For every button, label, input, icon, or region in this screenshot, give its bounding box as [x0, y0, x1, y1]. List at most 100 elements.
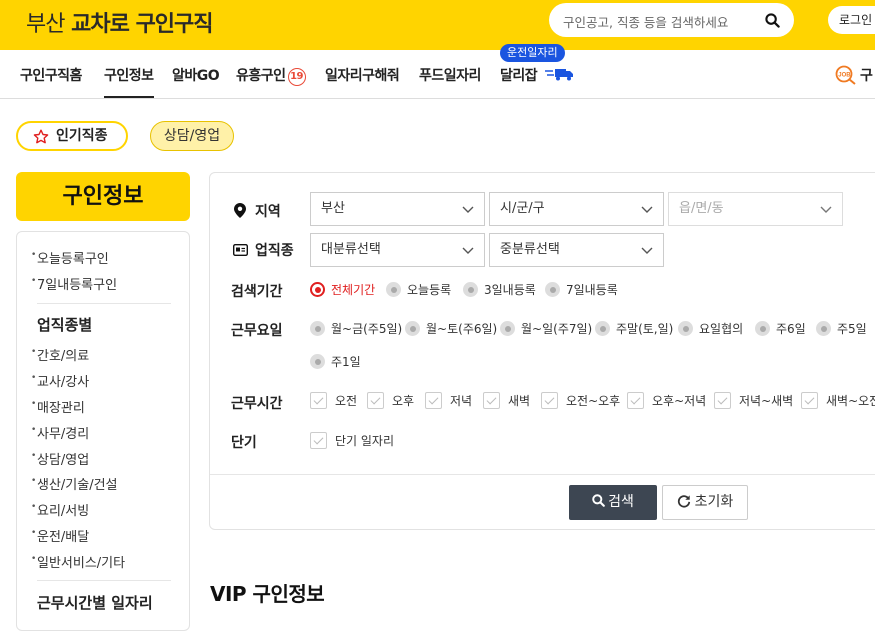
worktime-check-evening-dawn[interactable]: 저녁~새벽 — [714, 392, 793, 409]
workdays-radio-1day[interactable]: 주1일 — [310, 353, 361, 370]
search-input[interactable]: 구인공고, 직종 등을 검색하세요 — [563, 12, 728, 31]
sidebar-item-store[interactable]: 매장관리 — [31, 397, 85, 416]
worktime-check-evening[interactable]: 저녁 — [425, 392, 472, 409]
radio-label: 요일협의 — [699, 322, 744, 336]
radio-icon — [463, 282, 478, 297]
sidebar-item-driving[interactable]: 운전/배달 — [31, 526, 89, 545]
district-select[interactable]: 시/군/구 — [489, 192, 664, 226]
workdays-radio-mon-fri[interactable]: 월~금(주5일) — [310, 320, 402, 337]
checkbox-icon — [714, 392, 731, 409]
chevron-down-icon — [641, 247, 653, 254]
period-radio-today[interactable]: 오늘등록 — [386, 281, 451, 298]
checkbox-label: 오후~저녁 — [652, 394, 707, 408]
checkbox-label: 오후 — [392, 394, 415, 408]
workdays-radio-6days[interactable]: 주6일 — [755, 320, 806, 337]
dong-select[interactable]: 읍/면/동 — [668, 192, 843, 226]
nav-item-job-info[interactable]: 구인정보 — [104, 65, 154, 98]
workdays-radio-mon-sun[interactable]: 월~일(주7일) — [500, 320, 592, 337]
radio-icon — [310, 321, 325, 336]
checkbox-label: 단기 일자리 — [335, 434, 395, 448]
selected-category-chip[interactable]: 상담/영업 — [150, 121, 234, 151]
worktime-check-morning-afternoon[interactable]: 오전~오후 — [541, 392, 620, 409]
nav-item-home[interactable]: 구인구직홈 — [20, 65, 82, 85]
panel-divider — [210, 474, 875, 475]
sidebar-divider — [37, 303, 171, 304]
radio-label: 전체기간 — [331, 283, 376, 297]
nav-item-label: 달리잡 — [500, 68, 538, 84]
nav-item-dalijob[interactable]: 달리잡 — [500, 65, 575, 85]
sidebar-item-cooking[interactable]: 요리/서빙 — [31, 500, 89, 519]
nav-item-food-jobs[interactable]: 푸드일자리 — [419, 65, 481, 85]
search-icon — [592, 494, 605, 507]
city-select[interactable]: 부산 — [310, 192, 485, 226]
sidebar-item-production[interactable]: 생산/기술/건설 — [31, 474, 117, 493]
worktime-label: 근무시간 — [231, 396, 283, 412]
search-button[interactable]: 검색 — [569, 485, 657, 520]
nav-item-find-job[interactable]: 일자리구해줘 — [325, 65, 400, 85]
nav-item-alba-go[interactable]: 알바GO — [172, 65, 220, 85]
workdays-radio-5days[interactable]: 주5일 — [816, 320, 867, 337]
reset-button[interactable]: 초기화 — [662, 485, 748, 520]
sidebar-item-office[interactable]: 사무/경리 — [31, 423, 89, 442]
search-icon[interactable] — [765, 13, 780, 28]
checkbox-icon — [310, 432, 327, 449]
search-button-label: 검색 — [608, 494, 634, 510]
worktime-check-afternoon[interactable]: 오후 — [367, 392, 414, 409]
workdays-radio-weekend[interactable]: 주말(토,일) — [595, 320, 673, 337]
sidebar-item-7days[interactable]: 7일내등록구인 — [31, 274, 117, 293]
search-box[interactable]: 구인공고, 직종 등을 검색하세요 — [549, 3, 794, 37]
workdays-radio-mon-sat[interactable]: 월~토(주6일) — [405, 320, 497, 337]
industry-minor-select[interactable]: 중분류선택 — [489, 233, 664, 267]
worktime-check-dawn[interactable]: 새벽 — [483, 392, 530, 409]
site-logo[interactable]: 부산 교차로 구인구직 — [26, 6, 214, 38]
period-radio-3days[interactable]: 3일내등록 — [463, 281, 536, 298]
checkbox-label: 저녁~새벽 — [739, 394, 794, 408]
radio-icon — [310, 354, 325, 369]
region-label: 지역 — [255, 204, 281, 220]
popular-jobs-chip[interactable]: 인기직종 — [16, 121, 128, 151]
logo-brand: 교차로 — [71, 12, 130, 37]
city-select-value: 부산 — [321, 201, 345, 216]
industry-major-select[interactable]: 대분류선택 — [310, 233, 485, 267]
chevron-down-icon — [820, 206, 832, 213]
shortterm-label: 단기 — [231, 435, 257, 451]
sidebar-item-teacher[interactable]: 교사/강사 — [31, 371, 89, 390]
checkbox-label: 오전 — [335, 394, 358, 408]
sidebar-item-today[interactable]: 오늘등록구인 — [31, 248, 109, 267]
nav-item-label: 유흥구인 — [236, 68, 286, 84]
worktime-check-afternoon-evening[interactable]: 오후~저녁 — [627, 392, 706, 409]
nav-item-entertainment[interactable]: 유흥구인 19 — [236, 65, 306, 86]
shortterm-check[interactable]: 단기 일자리 — [310, 432, 394, 449]
radio-icon — [816, 321, 831, 336]
period-radio-7days[interactable]: 7일내등록 — [545, 281, 618, 298]
chip-label: 인기직종 — [56, 128, 108, 144]
sidebar-item-service[interactable]: 일반서비스/기타 — [31, 552, 125, 571]
worktime-check-morning[interactable]: 오전 — [310, 392, 357, 409]
chevron-down-icon — [641, 206, 653, 213]
job-search-icon[interactable]: JOB — [835, 65, 857, 85]
svg-text:JOB: JOB — [838, 73, 851, 79]
top-bar: 부산 교차로 구인구직 구인공고, 직종 등을 검색하세요 로그인 — [0, 0, 875, 50]
period-radio-all[interactable]: 전체기간 — [310, 281, 375, 298]
refresh-icon — [677, 495, 690, 508]
sidebar-title: 구인정보 — [16, 172, 190, 221]
checkbox-label: 새벽~오전 — [826, 394, 875, 408]
radio-icon — [595, 321, 610, 336]
radio-label: 주말(토,일) — [616, 322, 674, 336]
checkbox-icon — [425, 392, 442, 409]
radio-label: 주5일 — [837, 322, 867, 336]
sidebar-heading-time: 근무시간별 일자리 — [37, 594, 153, 612]
radio-label: 월~토(주6일) — [426, 322, 498, 336]
vip-section-heading: VIP 구인정보 — [210, 582, 325, 606]
sidebar-item-sales[interactable]: 상담/영업 — [31, 449, 89, 468]
nav-item-partial[interactable]: 구 — [860, 65, 873, 85]
industry-minor-value: 중분류선택 — [500, 242, 560, 257]
radio-label: 7일내등록 — [566, 283, 618, 297]
worktime-check-dawn-morning[interactable]: 새벽~오전 — [801, 392, 875, 409]
sidebar-item-nursing[interactable]: 간호/의료 — [31, 345, 89, 364]
login-button[interactable]: 로그인 — [828, 6, 875, 34]
workdays-radio-negotiable[interactable]: 요일협의 — [678, 320, 743, 337]
checkbox-label: 저녁 — [450, 394, 473, 408]
checkbox-icon — [801, 392, 818, 409]
radio-icon — [405, 321, 420, 336]
